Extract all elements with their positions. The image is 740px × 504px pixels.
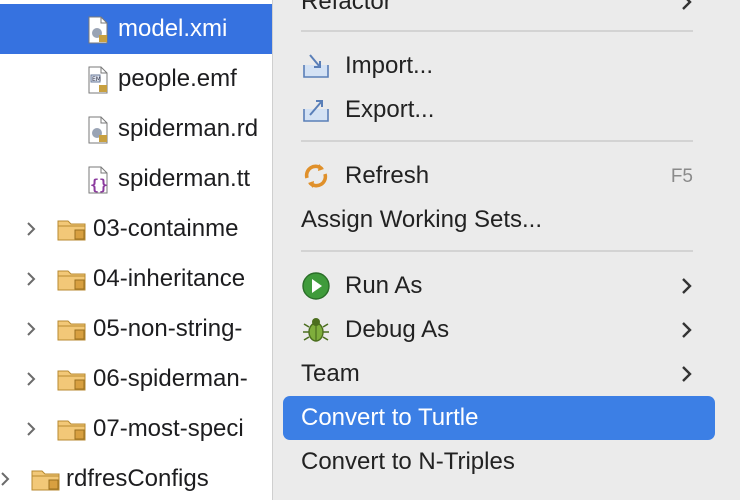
menu-separator xyxy=(301,250,693,252)
menu-item-label: Refactor xyxy=(301,0,392,15)
folder-icon xyxy=(56,316,88,347)
menu-item-import[interactable]: Import... xyxy=(273,44,740,88)
menu-item-label: Convert to Turtle xyxy=(301,404,479,431)
menu-item-refresh[interactable]: Refresh F5 xyxy=(273,154,740,198)
menu-item-label: Run As xyxy=(345,272,423,299)
run-icon xyxy=(301,271,331,301)
bug-icon xyxy=(301,315,331,345)
export-icon xyxy=(301,95,331,125)
menu-separator xyxy=(301,140,693,142)
folder-label: 04-inheritance xyxy=(93,265,246,292)
chevron-right-icon[interactable] xyxy=(26,421,36,437)
menu-item-label: Assign Working Sets... xyxy=(301,206,542,233)
menu-item-label: Debug As xyxy=(345,316,450,343)
menu-item-refactor[interactable]: Refactor xyxy=(273,0,740,24)
file-label: spiderman.rd xyxy=(118,115,259,142)
context-menu: Refactor Import... Export... Refresh F5 … xyxy=(272,0,740,500)
xmi-file-icon xyxy=(86,16,110,49)
folder-label: 03-containme xyxy=(93,215,239,242)
svg-text:EM: EM xyxy=(92,76,101,83)
file-label: people.emf xyxy=(118,65,237,92)
chevron-right-icon[interactable] xyxy=(26,271,36,287)
emf-file-icon: EM xyxy=(86,66,110,99)
submenu-arrow-icon xyxy=(681,320,693,340)
submenu-arrow-icon xyxy=(681,276,693,296)
menu-item-convert-to-turtle[interactable]: Convert to Turtle xyxy=(273,396,740,440)
rdf-file-icon xyxy=(86,116,110,149)
menu-item-export[interactable]: Export... xyxy=(273,88,740,132)
folder-label: 06-spiderman- xyxy=(93,365,248,392)
file-label: model.xmi xyxy=(118,15,228,42)
folder-label: 07-most-speci xyxy=(93,415,244,442)
menu-item-debug-as[interactable]: Debug As xyxy=(273,308,740,352)
menu-item-label: Refresh xyxy=(345,162,430,189)
menu-item-run-as[interactable]: Run As xyxy=(273,264,740,308)
menu-item-label: Export... xyxy=(345,96,435,123)
menu-item-label: Convert to N-Triples xyxy=(301,448,515,475)
chevron-right-icon[interactable] xyxy=(26,221,36,237)
ttl-file-icon: {} xyxy=(84,166,110,199)
chevron-right-icon[interactable] xyxy=(26,321,36,337)
submenu-arrow-icon xyxy=(681,364,693,384)
file-label: spiderman.tt xyxy=(118,165,251,192)
submenu-arrow-icon xyxy=(681,0,693,12)
chevron-right-icon[interactable] xyxy=(26,371,36,387)
import-icon xyxy=(301,51,331,81)
menu-separator xyxy=(301,30,693,32)
folder-icon xyxy=(56,266,88,297)
svg-text:{}: {} xyxy=(90,176,108,194)
menu-item-team[interactable]: Team xyxy=(273,352,740,396)
folder-icon xyxy=(56,416,88,447)
folder-label: 05-non-string- xyxy=(93,315,243,342)
folder-label: rdfresConfigs xyxy=(66,465,209,492)
refresh-icon xyxy=(301,161,331,191)
folder-icon xyxy=(56,366,88,397)
shortcut-label: F5 xyxy=(670,166,693,187)
menu-item-convert-to-n-triples[interactable]: Convert to N-Triples xyxy=(273,440,740,484)
folder-icon xyxy=(30,466,62,497)
menu-item-label: Import... xyxy=(345,52,434,79)
folder-icon xyxy=(56,216,88,247)
menu-item-label: Team xyxy=(301,360,360,387)
menu-item-assign-working-sets[interactable]: Assign Working Sets... xyxy=(273,198,740,242)
